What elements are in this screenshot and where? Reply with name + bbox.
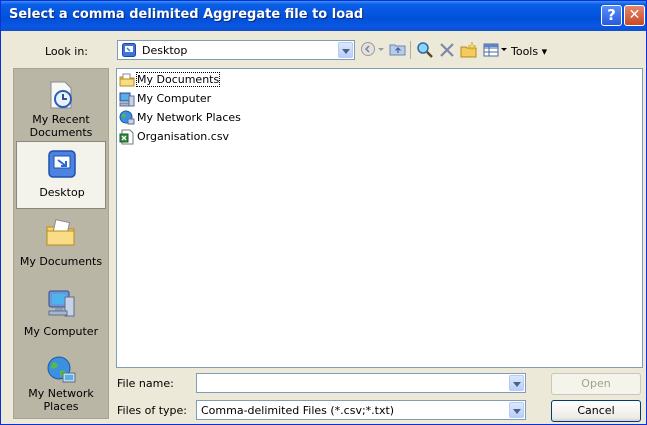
title-bar[interactable]: Select a comma delimited Aggregate file …	[1, 1, 646, 31]
delete-icon[interactable]	[438, 41, 456, 59]
toolbar-separator	[410, 41, 411, 59]
search-web-icon[interactable]	[416, 41, 434, 59]
place-label: My Documents	[19, 255, 103, 268]
chevron-down-icon[interactable]	[509, 402, 524, 418]
file-name-label: File name:	[117, 377, 174, 390]
views-icon[interactable]	[482, 41, 500, 59]
place-label: My Computer	[23, 325, 99, 338]
place-my-computer[interactable]: My Computer	[16, 281, 106, 349]
place-label: My Network Places	[28, 387, 94, 413]
chevron-down-icon[interactable]	[338, 42, 353, 58]
places-bar: My Recent Documents Desktop My Documents…	[13, 68, 109, 419]
place-my-recent-documents[interactable]: My Recent Documents	[16, 73, 106, 141]
computer-icon	[119, 91, 135, 107]
recent-documents-icon	[45, 79, 77, 111]
place-label: Desktop	[39, 186, 85, 199]
up-folder-icon[interactable]	[389, 41, 407, 59]
look-in-label: Look in:	[45, 45, 88, 58]
place-desktop[interactable]: Desktop	[16, 141, 106, 209]
files-of-type-value: Comma-delimited Files (*.csv;*.txt)	[201, 404, 395, 417]
new-folder-icon[interactable]	[460, 41, 478, 59]
csv-file-icon	[119, 129, 135, 145]
place-my-documents[interactable]: My Documents	[16, 211, 106, 279]
tools-menu[interactable]: Tools ▾	[511, 45, 547, 58]
dialog-title: Select a comma delimited Aggregate file …	[9, 7, 364, 22]
file-list[interactable]: My Documents My Computer My Network Plac…	[116, 68, 643, 368]
desktop-icon	[46, 148, 78, 180]
file-name: My Documents	[135, 72, 221, 87]
file-name-field[interactable]	[196, 373, 526, 393]
files-of-type-combo[interactable]: Comma-delimited Files (*.csv;*.txt)	[196, 400, 526, 420]
place-my-network-places[interactable]: My Network Places	[16, 349, 106, 417]
close-button[interactable]: ✕	[624, 5, 645, 26]
back-dropdown-icon[interactable]	[377, 41, 385, 59]
chevron-down-icon[interactable]	[509, 375, 524, 391]
file-open-dialog: Select a comma delimited Aggregate file …	[0, 0, 647, 425]
look-in-combo[interactable]: Desktop	[117, 40, 355, 60]
open-button[interactable]: Open	[551, 373, 641, 395]
desktop-small-icon	[122, 43, 136, 57]
my-documents-icon	[45, 217, 77, 249]
help-button[interactable]: ?	[601, 5, 622, 26]
file-name: Organisation.csv	[137, 130, 230, 143]
place-label: My Recent Documents	[29, 113, 93, 139]
back-icon[interactable]	[359, 41, 377, 59]
network-icon	[119, 110, 135, 126]
views-dropdown-icon[interactable]	[500, 41, 508, 59]
files-of-type-label: Files of type:	[117, 404, 188, 417]
network-places-icon	[45, 355, 77, 387]
cancel-button[interactable]: Cancel	[551, 400, 641, 422]
file-name: My Network Places	[137, 111, 241, 124]
look-in-value: Desktop	[142, 44, 188, 57]
folder-icon	[119, 72, 135, 88]
my-computer-icon	[45, 287, 77, 319]
file-name: My Computer	[137, 92, 212, 105]
